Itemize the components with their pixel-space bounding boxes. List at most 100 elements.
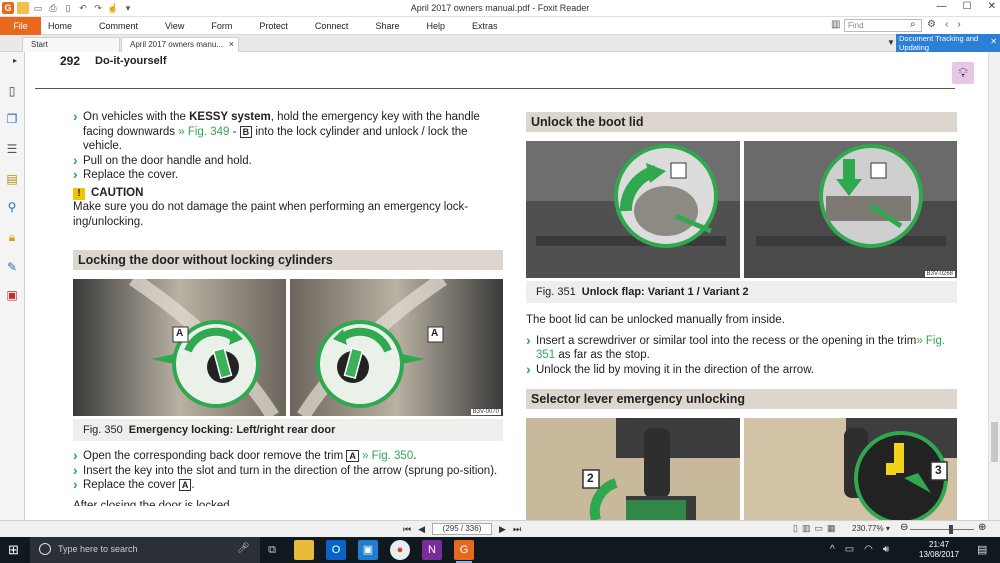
page-thumbnails-icon[interactable]: ▯ <box>5 84 19 98</box>
minimize-button[interactable]: — <box>937 1 947 12</box>
tab-list-dropdown-icon[interactable]: ▼ <box>887 38 895 47</box>
tab-extras[interactable]: Extras <box>472 17 498 35</box>
figure-350-image: A A B3V-0070 <box>73 279 503 416</box>
menu-right-icons: ⚙ ‹ › <box>927 19 961 30</box>
banner-close-icon[interactable]: ✕ <box>990 37 997 47</box>
foxit-reader-taskbar-icon[interactable]: G <box>454 540 474 563</box>
list-item: Open the corresponding back door remove … <box>73 448 505 464</box>
figure-label: Fig. 350 <box>83 424 123 436</box>
tab-home[interactable]: Home <box>48 17 72 35</box>
list-item: Pull on the door handle and hold. <box>73 153 505 169</box>
network-icon[interactable]: ▭ <box>845 544 854 555</box>
continuous-icon[interactable]: ▥ <box>802 523 811 534</box>
onenote-icon[interactable]: N <box>422 540 442 560</box>
forward-icon[interactable]: › <box>957 19 960 30</box>
attachments-icon[interactable]: ⚲ <box>5 200 19 214</box>
page-number-input[interactable]: (295 / 336) <box>432 523 493 535</box>
close-button[interactable]: ✕ <box>988 1 996 12</box>
close-tab-icon[interactable]: × <box>229 38 234 51</box>
marker-3: 3 <box>935 463 942 477</box>
figure-link[interactable]: » Fig. 349 <box>178 126 229 138</box>
right-column-text: The boot lid can be unlocked manually fr… <box>526 313 957 377</box>
next-page-icon[interactable]: ▶ <box>499 524 506 535</box>
tab-form[interactable]: Form <box>211 17 232 35</box>
cut-off-text: After closing the door is locked <box>73 499 230 506</box>
zoom-knob[interactable] <box>949 525 953 534</box>
signature-icon[interactable]: ✎ <box>5 260 19 274</box>
action-center-icon[interactable]: ▤ <box>977 543 987 556</box>
vertical-scrollbar[interactable] <box>988 52 1000 520</box>
chrome-icon[interactable]: ● <box>390 540 410 560</box>
layout-icon[interactable]: ▥ <box>831 19 840 30</box>
left-column: On vehicles with the KESSY system, hold … <box>73 109 505 229</box>
system-tray: ^ ▭ ◠ 🔊︎ <box>830 544 889 555</box>
tab-help[interactable]: Help <box>426 17 445 35</box>
comments-icon[interactable]: ▤ <box>5 172 19 186</box>
pdf-page[interactable]: 292 Do-it-yourself 💡︎ On vehicles with t… <box>25 52 988 520</box>
microphone-icon[interactable]: 🎤︎ <box>237 543 250 554</box>
figure-caption: Fig. 351 Unlock flap: Variant 1 / Variant… <box>526 281 957 303</box>
previous-page-icon[interactable]: ◀ <box>418 524 425 535</box>
single-page-icon[interactable]: ▯ <box>793 523 798 534</box>
tab-document-label: April 2017 owners manu... <box>130 40 223 49</box>
settings-gear-icon[interactable]: ⚙ <box>927 19 936 30</box>
tab-comment[interactable]: Comment <box>99 17 138 35</box>
first-page-icon[interactable]: ⏮ <box>403 524 411 535</box>
tray-expand-icon[interactable]: ^ <box>830 544 835 555</box>
task-view-icon[interactable]: ⧉ <box>262 540 282 560</box>
outlook-icon[interactable]: O <box>326 540 346 560</box>
tab-start[interactable]: Start <box>22 37 120 52</box>
expand-panel-icon[interactable]: ▸ <box>13 56 17 65</box>
tab-connect[interactable]: Connect <box>315 17 349 35</box>
search-icon[interactable]: ⌕ <box>910 19 916 30</box>
window-controls: — ☐ ✕ <box>937 1 996 12</box>
menu-items: Home Comment View Form Protect Connect S… <box>48 17 525 35</box>
security-lock-icon[interactable]: 🔒︎ <box>5 230 19 244</box>
tab-view[interactable]: View <box>165 17 184 35</box>
taskbar-search-placeholder: Type here to search <box>58 544 138 554</box>
taskbar-search[interactable]: Type here to search 🎤︎ <box>30 537 260 563</box>
warning-icon: ! <box>73 187 85 200</box>
document-tracking-banner[interactable]: Document Tracking and Updating ✕ <box>896 34 1000 52</box>
zoom-slider[interactable]: ⊖ ⊕ <box>900 522 990 535</box>
scrollbar-thumb[interactable] <box>991 422 998 462</box>
tab-document[interactable]: April 2017 owners manu... × <box>121 37 239 52</box>
taskbar-apps: ⧉ O ▣ ● N G <box>262 540 474 563</box>
section-heading: Unlock the boot lid <box>526 112 957 132</box>
photo-code: B3V-0268 <box>924 271 955 277</box>
status-bar: ⏮ ◀ (295 / 336) ▶ ⏭ ▯ ▥ ▭ ▦ 230.77% ▾ ⊖ … <box>0 520 1000 537</box>
view-modes: ▯ ▥ ▭ ▦ <box>793 523 836 534</box>
windows-start-icon[interactable]: ⊞ <box>8 543 22 557</box>
continuous-facing-icon[interactable]: ▦ <box>827 523 836 534</box>
file-explorer-icon[interactable] <box>294 540 314 560</box>
last-page-icon[interactable]: ⏭ <box>513 524 521 535</box>
maximize-button[interactable]: ☐ <box>963 1 972 12</box>
list-item: Insert a screwdriver or similar tool int… <box>526 333 957 363</box>
zoom-in-icon[interactable]: ⊕ <box>978 522 986 533</box>
file-tab[interactable]: File <box>0 17 41 35</box>
tab-protect[interactable]: Protect <box>259 17 288 35</box>
marker-a-left: A <box>176 328 184 339</box>
tab-share[interactable]: Share <box>375 17 399 35</box>
zoom-level[interactable]: 230.77% ▾ <box>852 524 890 533</box>
marker-2: 2 <box>587 471 594 485</box>
people-icon[interactable]: ▣ <box>358 540 378 560</box>
door-lock-photo <box>73 279 503 416</box>
cortana-icon <box>39 543 51 555</box>
bookmarks-icon[interactable]: ❐ <box>5 112 19 126</box>
figure-caption: Fig. 350 Emergency locking: Left/right re… <box>73 419 503 441</box>
clock-date: 13/08/2017 <box>919 550 960 559</box>
volume-icon[interactable]: 🔊︎ <box>883 544 889 555</box>
destinations-icon[interactable]: ▣ <box>5 288 19 302</box>
layers-icon[interactable]: ☰ <box>5 142 19 156</box>
ribbon-tabs: File Home Comment View Form Protect Conn… <box>0 17 1000 35</box>
taskbar-clock[interactable]: 21:47 13/08/2017 <box>919 540 959 560</box>
lightbulb-tip-icon[interactable]: 💡︎ <box>952 62 974 84</box>
figure-link[interactable]: » Fig. 350 <box>359 450 413 462</box>
facing-icon[interactable]: ▭ <box>814 523 823 534</box>
document-tabs: Start April 2017 owners manu... × ▼ <box>0 35 1000 52</box>
wifi-icon[interactable]: ◠ <box>864 544 873 555</box>
key-marker: B <box>239 125 253 138</box>
zoom-out-icon[interactable]: ⊖ <box>900 522 908 533</box>
back-icon[interactable]: ‹ <box>945 19 948 30</box>
